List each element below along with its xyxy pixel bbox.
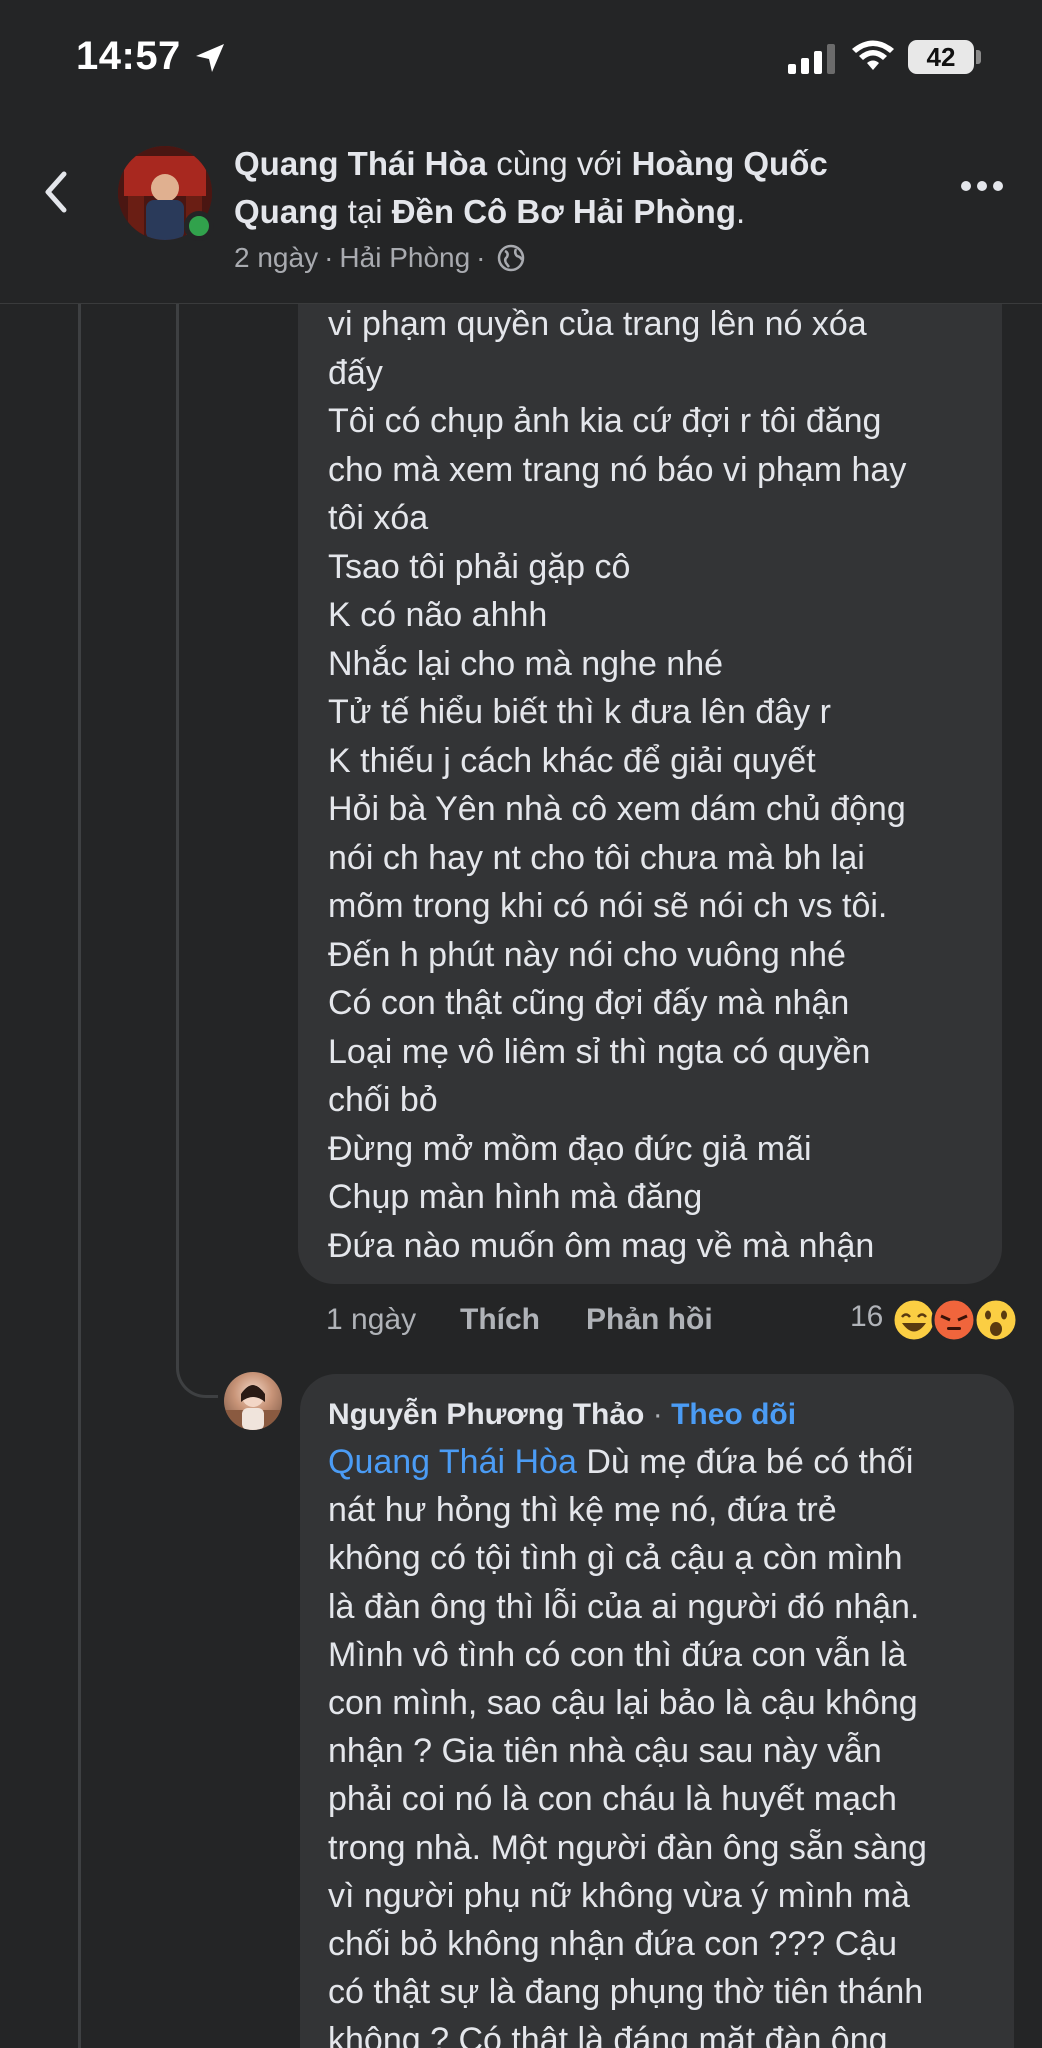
comment-text-line: nhận ? Gia tiên nhà cậu sau này vẫn [328,1732,882,1771]
comment-text-line: là đàn ông thì lỗi của ai người đó nhận. [328,1587,920,1626]
follow-button[interactable]: Theo dõi [671,1398,796,1431]
thread-line [176,304,179,1364]
place-name[interactable]: Đền Cô Bơ Hải Phòng [392,193,736,230]
separator-dot: · [476,242,486,273]
comment-text-line: Quang Thái Hòa Dù mẹ đứa bé có thối [328,1438,986,1486]
battery-level: 42 [926,41,956,72]
comment-author-name[interactable]: Nguyễn Phương Thảo [328,1398,644,1431]
post-meta: 2 ngày · Hải Phòng · [234,242,526,274]
comment-text-line: chối bỏ [328,1081,438,1119]
comment-text-line: phải coi nó là con cháu là huyết mạch [328,1780,897,1819]
with-word: cùng với [496,145,623,182]
comment-bubble: Nguyễn Phương Thảo · Theo dõi Quang Thái… [300,1374,1014,2048]
comment-bubble: vi phạm quyền của trang lên nó xóa đấy T… [298,280,1002,1284]
commenter-avatar[interactable] [224,1372,282,1430]
comment-text-line: K thiếu j cách khác để giải quyết [328,741,816,780]
comment-actions: 1 ngày Thích Phản hồi 16 [326,1296,1026,1344]
status-time: 14:57 [76,34,181,78]
post-title: Quang Thái Hòa cùng với Hoàng Quốc Quang… [234,140,914,236]
comment-text-fragment: Dù mẹ đứa bé có thối [576,1443,914,1481]
battery-tip [976,50,981,64]
like-button[interactable]: Thích [460,1303,586,1337]
post-time[interactable]: 2 ngày [234,242,318,274]
globe-icon [497,244,524,272]
facebook-comment-thread-screen: vi phạm quyền của trang lên nó xóa đấy T… [0,0,1042,2048]
comment-text-line: có thật sự là đang phụng thờ tiên thánh [328,1973,924,2012]
comment-text-line: Có con thật cũng đợi đấy mà nhận [328,984,850,1022]
angry-reaction-icon [931,1297,977,1343]
comment-text-line: không ? Có thật là đáng mặt đàn ông [328,2021,888,2048]
comment-text-line: vì người phụ nữ không vừa ý mình mà [328,1876,910,1915]
separator-dot: · [324,242,334,273]
comment-text-line: Loại mẹ vô liêm sỉ thì ngta có quyền [328,1032,871,1071]
cellular-signal-icon [788,44,835,74]
title-period: . [736,193,746,230]
comment-text-line: con mình, sao cậu lại bảo là cậu không [328,1684,918,1723]
battery-indicator: 42 [908,40,974,74]
comment-text-line: Đừng mở mồm đạo đức giả mãi [328,1129,812,1168]
comment-text-line: Tsao tôi phải gặp cô [328,547,631,586]
reaction-count[interactable]: 16 [850,1300,883,1334]
location-arrow-icon [196,44,224,72]
comment-text-line: nát hư hỏng thì kệ mẹ nó, đứa trẻ [328,1491,837,1530]
at-word: tại [347,193,383,230]
comment-text-line: Tử tế hiểu biết thì k đưa lên đây r [328,693,831,731]
mention-link[interactable]: Quang Thái Hòa [328,1443,577,1481]
comment-timestamp[interactable]: 1 ngày [326,1303,460,1337]
comment-text-line: đấy [328,353,383,392]
thread-line [78,304,81,2048]
post-location[interactable]: Hải Phòng [339,242,470,274]
haha-reaction-icon [892,1297,937,1343]
comment-text-line: Mình vô tình có con thì đứa con vẫn là [328,1635,907,1674]
reactions-summary[interactable] [892,1296,1022,1344]
reply-button[interactable]: Phản hồi [586,1303,713,1337]
comment-text-line: mõm trong khi có nói sẽ nói ch vs tôi. [328,887,888,925]
comment-text-line: vi phạm quyền của trang lên nó xóa [328,305,867,343]
comment-text-line: không có tội tình gì cả cậu ạ còn mình [328,1539,903,1578]
back-arrow-icon[interactable] [36,164,76,220]
wow-reaction-icon [973,1297,1019,1343]
comment-text-line: Chụp màn hình mà đăng [328,1178,703,1216]
post-author-name[interactable]: Quang Thái Hòa [234,145,487,182]
post-header-bar: 14:57 42 Quang Thái Hòa cùng với Hoàng Q… [0,0,1042,304]
comment-text-line: nói ch hay nt cho tôi chưa mà bh lại [328,838,865,877]
separator-dot: · [652,1398,663,1431]
comment-text-line: trong nhà. Một người đàn ông sẵn sàng [328,1828,927,1867]
wifi-icon [852,40,894,70]
comment-text-line: cho mà xem trang nó báo vi phạm hay [328,450,907,489]
comment-text-line: Hỏi bà Yên nhà cô xem dám chủ động [328,790,906,828]
comment-text-line: tôi xóa [328,499,429,537]
comment-text-line: Tôi có chụp ảnh kia cứ đợi r tôi đăng [328,402,882,440]
online-status-dot [184,211,214,241]
comment-author-row: Nguyễn Phương Thảo · Theo dõi [328,1392,986,1438]
comment-text-line: K có não ahhh [328,596,548,634]
comment-text-line: chối bỏ không nhận đứa con ??? Cậu [328,1925,898,1964]
comment-text-line: Đứa nào muốn ôm mag về mà nhận [328,1226,875,1265]
comment-text-line: Đến h phút này nói cho vuông nhé [328,935,846,974]
more-options-icon[interactable] [960,178,1004,194]
comment-text-line: Nhắc lại cho mà nghe nhé [328,644,724,683]
reply-connector [176,1310,218,1398]
